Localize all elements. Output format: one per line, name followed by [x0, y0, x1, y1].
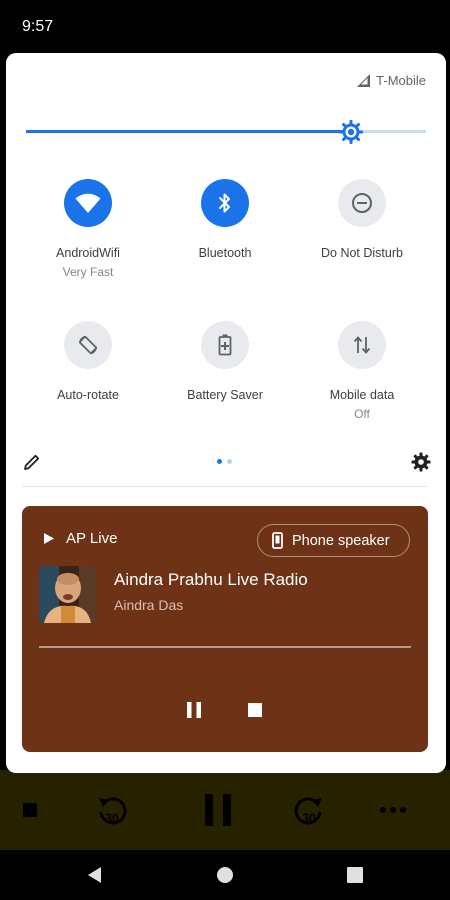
output-device-chip[interactable]: Phone speaker	[257, 524, 410, 557]
brightness-slider[interactable]	[26, 119, 426, 145]
dnd-tile-button[interactable]	[338, 179, 386, 227]
back-icon[interactable]	[84, 864, 106, 886]
auto-rotate-icon	[79, 335, 97, 355]
tile-label: Battery Saver	[187, 388, 263, 402]
stop-icon[interactable]	[18, 788, 42, 832]
do-not-disturb-icon	[352, 193, 372, 213]
mobile-data-tile-button[interactable]	[338, 321, 386, 369]
pause-button[interactable]	[181, 697, 207, 723]
tile-auto-rotate[interactable]: Auto-rotate	[23, 321, 153, 402]
carrier-label: T-Mobile	[376, 73, 426, 88]
rewind-label: 30	[105, 811, 119, 825]
media-notification[interactable]: AP Live Phone speaker Aindra Prabhu Live…	[22, 506, 428, 752]
media-title: Aindra Prabhu Live Radio	[114, 570, 308, 589]
tile-do-not-disturb[interactable]: Do Not Disturb	[297, 179, 427, 260]
wifi-tile-button[interactable]	[64, 179, 112, 227]
tile-battery-saver[interactable]: Battery Saver	[160, 321, 290, 402]
tile-bluetooth[interactable]: Bluetooth	[160, 179, 290, 260]
page-dot-active	[217, 459, 222, 464]
tile-label: Bluetooth	[198, 246, 252, 260]
navigation-bar	[0, 850, 450, 900]
media-progress-bar	[39, 646, 411, 648]
settings-gear-icon[interactable]	[410, 451, 432, 473]
brightness-track-filled	[26, 130, 351, 133]
tile-subtitle: Very Fast	[62, 265, 114, 279]
auto-rotate-tile-button[interactable]	[64, 321, 112, 369]
tile-label: AndroidWifi	[56, 246, 120, 260]
pause-icon[interactable]	[200, 788, 236, 832]
carrier-indicator: T-Mobile	[357, 73, 426, 88]
page-dot	[227, 459, 232, 464]
media-app-name: AP Live	[66, 530, 118, 547]
brightness-icon	[339, 120, 363, 144]
tile-mobile-data[interactable]: Mobile data Off	[297, 321, 427, 421]
status-bar: 9:57	[0, 0, 450, 52]
play-arrow-icon	[44, 533, 54, 544]
tile-label: Auto-rotate	[57, 388, 119, 402]
home-icon[interactable]	[214, 864, 236, 886]
media-artist: Aindra Das	[114, 597, 184, 613]
bluetooth-icon	[219, 193, 230, 213]
stop-icon	[248, 703, 262, 717]
mobile-data-icon	[353, 336, 371, 354]
rewind-30-icon[interactable]: 30	[95, 788, 131, 832]
battery-saver-tile-button[interactable]	[201, 321, 249, 369]
brightness-thumb[interactable]	[339, 120, 363, 144]
overview-icon[interactable]	[344, 864, 366, 886]
status-time: 9:57	[22, 18, 54, 35]
bluetooth-tile-button[interactable]	[201, 179, 249, 227]
more-icon[interactable]	[378, 788, 408, 832]
battery-saver-icon	[218, 334, 232, 356]
album-artwork	[39, 566, 96, 623]
output-device-label: Phone speaker	[292, 532, 390, 549]
tile-label: Mobile data	[329, 388, 395, 402]
forward-label: 30	[302, 811, 316, 825]
media-app-header: AP Live	[44, 530, 117, 547]
phone-icon	[272, 532, 283, 549]
divider	[22, 486, 428, 487]
cell-signal-icon	[357, 74, 371, 87]
stop-button[interactable]	[242, 697, 268, 723]
tile-wifi[interactable]: AndroidWifi Very Fast	[23, 179, 153, 279]
forward-30-icon[interactable]: 30	[290, 788, 326, 832]
pause-icon	[187, 702, 201, 718]
page-indicator	[217, 459, 232, 464]
background-player-bar: 30 30	[0, 770, 450, 850]
edit-icon[interactable]	[21, 451, 43, 473]
wifi-icon	[75, 193, 101, 213]
tile-subtitle: Off	[354, 407, 370, 421]
quick-settings-panel: T-Mobile AndroidWifi Very Fast Bluetooth…	[6, 53, 446, 773]
tile-label: Do Not Disturb	[321, 246, 403, 260]
